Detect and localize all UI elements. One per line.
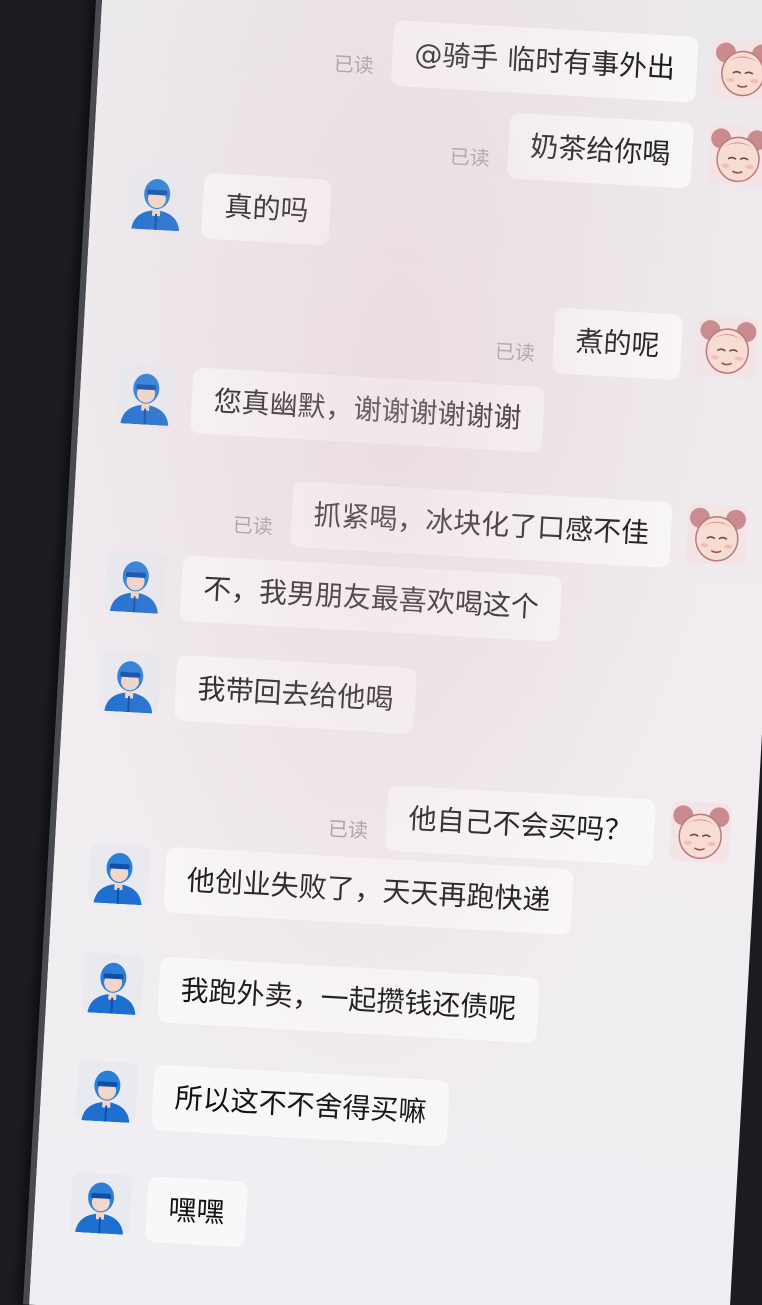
message-bubble[interactable]: 抓紧喝，冰块化了口感不佳 (289, 481, 673, 569)
read-receipt: 已读 (449, 144, 491, 171)
photo-frame: @骑手 临时有事外出 已读 奶茶给你喝 已读 真的吗 煮的呢 已读 您真幽默，谢… (0, 0, 762, 1305)
rider-avatar-icon[interactable] (87, 842, 151, 906)
message-bubble[interactable]: 煮的呢 (551, 307, 684, 381)
message-bubble[interactable]: 他创业失败了，天天再跑快递 (163, 846, 575, 936)
message-bubble[interactable]: 我跑外卖，一起攒钱还债呢 (156, 956, 541, 1044)
message-row: 不，我男朋友最喜欢喝这个 (103, 550, 563, 643)
customer-avatar-icon[interactable] (695, 315, 760, 379)
message-row: 嘿嘿 (69, 1171, 249, 1248)
message-row: 所以这不不舍得买嘛 (75, 1059, 451, 1147)
message-bubble[interactable]: 您真幽默，谢谢谢谢谢谢 (189, 367, 546, 453)
customer-avatar-icon[interactable] (668, 800, 733, 864)
read-receipt: 已读 (494, 339, 536, 366)
message-row: 我跑外卖，一起攒钱还债呢 (81, 952, 541, 1044)
message-row: 抓紧喝，冰块化了口感不佳 已读 (232, 478, 749, 573)
rider-avatar-icon[interactable] (81, 952, 145, 1016)
message-bubble[interactable]: 不，我男朋友最喜欢喝这个 (179, 555, 563, 643)
read-receipt: 已读 (327, 816, 369, 843)
rider-avatar-icon[interactable] (125, 168, 189, 232)
customer-avatar-icon[interactable] (685, 503, 749, 567)
message-row: 奶茶给你喝 已读 (449, 109, 762, 193)
message-row: 他自己不会买吗？ 已读 (327, 782, 733, 870)
rider-avatar-icon[interactable] (75, 1059, 139, 1124)
rider-avatar-icon[interactable] (103, 550, 168, 615)
rider-avatar-icon[interactable] (114, 363, 178, 427)
message-bubble[interactable]: 奶茶给你喝 (506, 112, 695, 189)
message-row: @骑手 临时有事外出 已读 (333, 17, 762, 107)
message-bubble[interactable]: 他自己不会买吗？ (384, 784, 657, 866)
message-row: 我带回去给他喝 (98, 650, 418, 735)
message-bubble[interactable]: 我带回去给他喝 (173, 654, 418, 735)
read-receipt: 已读 (333, 51, 375, 78)
message-row: 您真幽默，谢谢谢谢谢谢 (114, 363, 546, 453)
message-bubble[interactable]: 真的吗 (200, 172, 333, 246)
message-bubble[interactable]: 嘿嘿 (144, 1176, 249, 1248)
rider-avatar-icon[interactable] (98, 650, 162, 714)
customer-avatar-icon[interactable] (711, 37, 762, 102)
message-row: 煮的呢 已读 (494, 304, 760, 385)
customer-avatar-icon[interactable] (706, 123, 762, 188)
chat-screen: @骑手 临时有事外出 已读 奶茶给你喝 已读 真的吗 煮的呢 已读 您真幽默，谢… (23, 0, 762, 1305)
message-bubble[interactable]: 所以这不不舍得买嘛 (150, 1064, 451, 1147)
message-bubble[interactable]: @骑手 临时有事外出 (390, 19, 699, 103)
message-row: 真的吗 (125, 168, 333, 246)
rider-avatar-icon[interactable] (69, 1171, 133, 1236)
read-receipt: 已读 (232, 512, 274, 539)
